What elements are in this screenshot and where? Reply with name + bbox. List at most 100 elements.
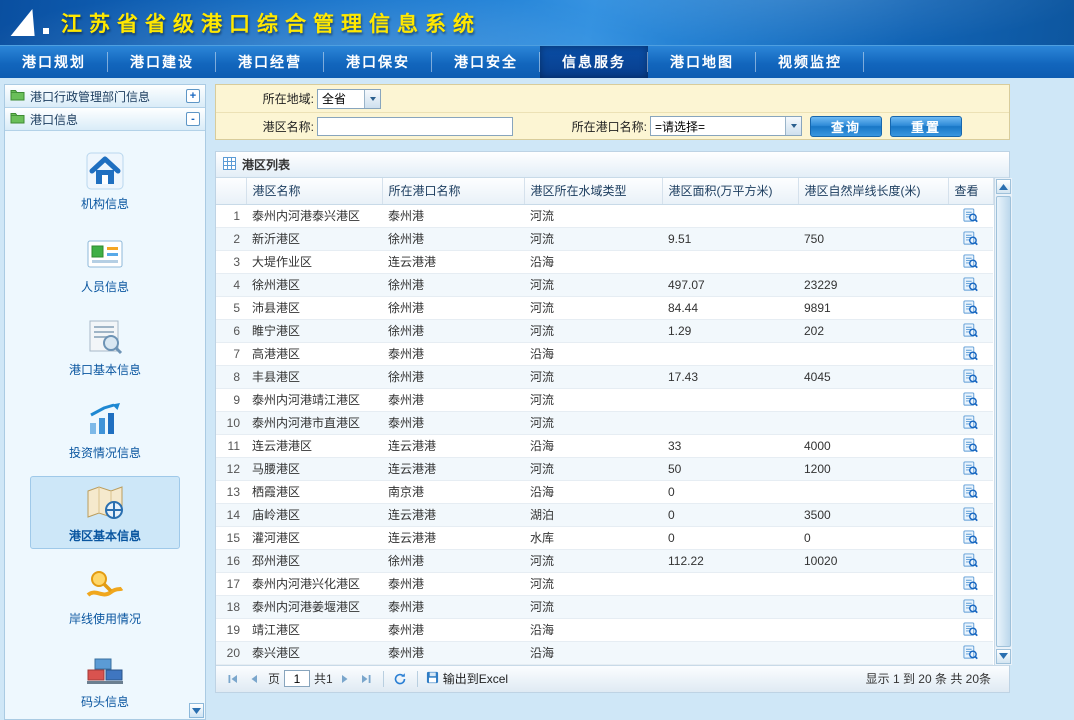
table-row[interactable]: 4 徐州港区 徐州港 河流 497.07 23229 — [216, 273, 993, 296]
view-icon[interactable] — [963, 392, 978, 407]
nav-tab[interactable]: 港口安全 — [432, 46, 540, 78]
query-button[interactable]: 查询 — [810, 116, 882, 137]
sidebar-item[interactable]: 人员信息 — [30, 227, 180, 300]
nav-tab[interactable]: 港口保安 — [324, 46, 432, 78]
first-page-button[interactable] — [224, 670, 241, 687]
cell-water-type: 河流 — [524, 457, 662, 480]
row-number: 15 — [216, 526, 246, 549]
nav-tab[interactable]: 港口地图 — [648, 46, 756, 78]
nav-tab[interactable]: 视频监控 — [756, 46, 864, 78]
column-header[interactable]: 查看 — [948, 178, 993, 204]
next-page-button[interactable] — [337, 670, 354, 687]
cell-water-type: 河流 — [524, 204, 662, 227]
table-row[interactable]: 20 泰兴港区 泰州港 沿海 — [216, 641, 993, 664]
refresh-button[interactable] — [392, 670, 409, 687]
row-number: 2 — [216, 227, 246, 250]
row-number: 12 — [216, 457, 246, 480]
sidebar-item-icon — [84, 399, 126, 441]
table-row[interactable]: 2 新沂港区 徐州港 河流 9.51 750 — [216, 227, 993, 250]
view-icon[interactable] — [963, 277, 978, 292]
export-excel-button[interactable]: 输出到Excel — [426, 670, 508, 687]
sidebar-item[interactable]: 港区基本信息 — [30, 476, 180, 549]
scroll-up-button[interactable] — [996, 179, 1011, 194]
table-row[interactable]: 15 灌河港区 连云港港 水库 0 0 — [216, 526, 993, 549]
view-icon[interactable] — [963, 231, 978, 246]
port-name-select[interactable]: =请选择= — [650, 116, 802, 136]
table-row[interactable]: 10 泰州内河港市直港区 泰州港 河流 — [216, 411, 993, 434]
table-scrollbar[interactable] — [994, 178, 1012, 665]
table-row[interactable]: 5 沛县港区 徐州港 河流 84.44 9891 — [216, 296, 993, 319]
nav-tab[interactable]: 港口建设 — [108, 46, 216, 78]
table-row[interactable]: 8 丰县港区 徐州港 河流 17.43 4045 — [216, 365, 993, 388]
table-row[interactable]: 9 泰州内河港靖江港区 泰州港 河流 — [216, 388, 993, 411]
view-icon[interactable] — [963, 553, 978, 568]
region-select[interactable]: 全省 — [317, 89, 381, 109]
column-header[interactable]: 港区名称 — [246, 178, 382, 204]
view-icon[interactable] — [963, 300, 978, 315]
divider — [383, 671, 384, 687]
nav-tab[interactable]: 港口经营 — [216, 46, 324, 78]
cell-port-name: 泰州港 — [382, 342, 524, 365]
cell-shoreline-length — [798, 572, 948, 595]
table-row[interactable]: 3 大堤作业区 连云港港 沿海 — [216, 250, 993, 273]
view-icon[interactable] — [963, 415, 978, 430]
view-icon[interactable] — [963, 461, 978, 476]
table-row[interactable]: 12 马腰港区 连云港港 河流 50 1200 — [216, 457, 993, 480]
sidebar-item[interactable]: 港口基本信息 — [30, 310, 180, 383]
sidebar-scroll-down-button[interactable] — [189, 703, 204, 718]
area-name-label: 港区名称: — [242, 118, 314, 135]
last-page-button[interactable] — [358, 670, 375, 687]
view-icon[interactable] — [963, 576, 978, 591]
table-row[interactable]: 13 栖霞港区 南京港 沿海 0 — [216, 480, 993, 503]
table-row[interactable]: 18 泰州内河港姜堰港区 泰州港 河流 — [216, 595, 993, 618]
view-icon[interactable] — [963, 208, 978, 223]
cell-port-name: 连云港港 — [382, 526, 524, 549]
view-icon[interactable] — [963, 484, 978, 499]
table-row[interactable]: 11 连云港港区 连云港港 沿海 33 4000 — [216, 434, 993, 457]
table-row[interactable]: 6 睢宁港区 徐州港 河流 1.29 202 — [216, 319, 993, 342]
view-icon[interactable] — [963, 438, 978, 453]
scroll-down-button[interactable] — [996, 649, 1011, 664]
table-row[interactable]: 19 靖江港区 泰州港 沿海 — [216, 618, 993, 641]
table-row[interactable]: 17 泰州内河港兴化港区 泰州港 河流 — [216, 572, 993, 595]
sidebar-group-header[interactable]: 港口行政管理部门信息 + — [5, 85, 205, 108]
nav-tab[interactable]: 港口规划 — [0, 46, 108, 78]
sidebar-item[interactable]: 机构信息 — [30, 144, 180, 217]
sidebar-item[interactable]: 码头信息 — [30, 642, 180, 715]
page-input[interactable] — [284, 670, 310, 687]
sidebar-item[interactable]: 投资情况信息 — [30, 393, 180, 466]
cell-view — [948, 365, 993, 388]
view-icon[interactable] — [963, 622, 978, 637]
prev-page-button[interactable] — [245, 670, 262, 687]
nav-tab[interactable]: 信息服务 — [540, 46, 648, 78]
table-row[interactable]: 1 泰州内河港泰兴港区 泰州港 河流 — [216, 204, 993, 227]
table-row[interactable]: 16 邳州港区 徐州港 河流 112.22 10020 — [216, 549, 993, 572]
cell-port-name: 泰州港 — [382, 595, 524, 618]
sidebar-menu: 机构信息 人员信息 港口基本信息 投资情况信息 港区基本信息 — [5, 131, 205, 719]
group-toggle-button[interactable]: - — [186, 112, 200, 126]
sidebar-group-header[interactable]: 港口信息 - — [5, 108, 205, 131]
column-header[interactable]: 港区自然岸线长度(米) — [798, 178, 948, 204]
sidebar-item[interactable]: 岸线使用情况 — [30, 559, 180, 632]
view-icon[interactable] — [963, 645, 978, 660]
scroll-thumb[interactable] — [996, 196, 1011, 647]
area-name-input[interactable] — [317, 117, 513, 136]
view-icon[interactable] — [963, 530, 978, 545]
cell-port-name: 连云港港 — [382, 503, 524, 526]
cell-port-name: 徐州港 — [382, 549, 524, 572]
reset-button[interactable]: 重置 — [890, 116, 962, 137]
group-toggle-button[interactable]: + — [186, 89, 200, 103]
column-header[interactable]: 港区所在水域类型 — [524, 178, 662, 204]
view-icon[interactable] — [963, 507, 978, 522]
table-row[interactable]: 7 高港港区 泰州港 沿海 — [216, 342, 993, 365]
view-icon[interactable] — [963, 254, 978, 269]
view-icon[interactable] — [963, 599, 978, 614]
column-header[interactable]: 港区面积(万平方米) — [662, 178, 798, 204]
column-header[interactable]: 所在港口名称 — [382, 178, 524, 204]
cell-water-type: 河流 — [524, 319, 662, 342]
view-icon[interactable] — [963, 323, 978, 338]
view-icon[interactable] — [963, 369, 978, 384]
view-icon[interactable] — [963, 346, 978, 361]
cell-port-area-name: 庙岭港区 — [246, 503, 382, 526]
table-row[interactable]: 14 庙岭港区 连云港港 湖泊 0 3500 — [216, 503, 993, 526]
